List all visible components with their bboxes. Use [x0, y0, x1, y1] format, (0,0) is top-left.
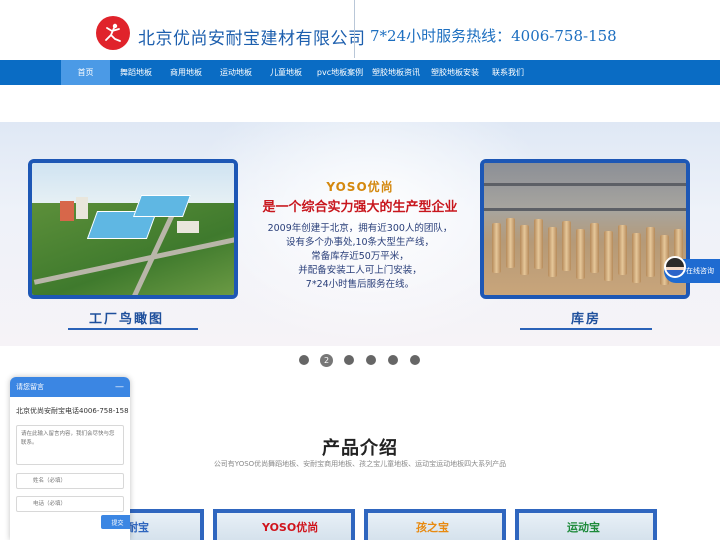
page: 北京优尚安耐宝建材有限公司 7*24小时服务热线：4006-758-158 首页… — [0, 0, 720, 540]
product-card-yundongbao[interactable]: 运动宝 — [515, 509, 657, 540]
carousel-dot[interactable] — [344, 355, 354, 365]
product-brand-label: YOSO优尚 — [262, 521, 319, 534]
nav-item-kids-floor[interactable]: 儿童地板 — [262, 60, 310, 85]
company-name[interactable]: 北京优尚安耐宝建材有限公司 — [138, 24, 366, 49]
warehouse-photo — [480, 159, 690, 299]
service-hotline: 7*24小时服务热线：4006-758-158 — [370, 27, 617, 45]
dancer-figure-icon — [105, 23, 121, 42]
factory-caption: 工厂鸟瞰图 — [89, 312, 165, 327]
nav-item-sports-floor[interactable]: 运动地板 — [212, 60, 260, 85]
nav-item-installation[interactable]: 塑胶地板安装 — [428, 60, 482, 85]
carousel-dot[interactable] — [410, 355, 420, 365]
message-widget-header[interactable]: 请您留言 — — [10, 377, 130, 397]
carousel-dot[interactable] — [388, 355, 398, 365]
minimize-icon[interactable]: — — [115, 377, 124, 397]
header-divider — [354, 0, 355, 58]
nav-item-dance-floor[interactable]: 舞蹈地板 — [112, 60, 160, 85]
nav-item-news[interactable]: 塑胶地板资讯 — [369, 60, 423, 85]
support-avatar-icon[interactable] — [664, 256, 686, 278]
warehouse-caption-underline — [520, 328, 652, 330]
factory-caption-underline — [68, 328, 198, 330]
banner-description: 2009年创建于北京，拥有近300人的团队， 设有多个办事处,10条大型生产线，… — [267, 223, 453, 290]
online-chat-label[interactable]: 在线咨询 — [686, 266, 714, 276]
site-header: 北京优尚安耐宝建材有限公司 7*24小时服务热线：4006-758-158 — [0, 0, 720, 60]
nav-item-pvc-cases[interactable]: pvc地板案例 — [312, 60, 368, 85]
product-brand-label: 运动宝 — [567, 521, 600, 534]
nav-item-contact[interactable]: 联系我们 — [486, 60, 530, 85]
banner-brand-line: YOSO优尚 — [326, 180, 394, 194]
product-card-yoso[interactable]: YOSO优尚 — [213, 509, 355, 540]
nav-item-home[interactable]: 首页 — [61, 60, 110, 85]
submit-button[interactable]: 提交 — [101, 515, 130, 529]
nav-item-commercial-floor[interactable]: 商用地板 — [162, 60, 210, 85]
carousel-dot[interactable] — [366, 355, 376, 365]
message-widget: 请您留言 — 北京优尚安耐宝电话4006-758-158 ☺ ☎ 提交 — [10, 377, 130, 540]
product-card-haizhibao[interactable]: 孩之宝 — [364, 509, 506, 540]
banner-headline: 是一个综合实力强大的生产型企业 — [262, 200, 458, 215]
main-nav: 首页 舞蹈地板 商用地板 运动地板 儿童地板 pvc地板案例 塑胶地板资讯 塑胶… — [0, 60, 720, 85]
message-widget-title: 请您留言 — [16, 383, 44, 391]
name-input[interactable] — [16, 473, 124, 489]
message-textarea[interactable] — [16, 425, 124, 465]
carousel-dot-active[interactable]: 2 — [320, 354, 333, 367]
phone-input[interactable] — [16, 496, 124, 512]
carousel-dot[interactable] — [299, 355, 309, 365]
factory-aerial-photo — [28, 159, 238, 299]
message-phone-line: 北京优尚安耐宝电话4006-758-158 — [16, 407, 129, 415]
hero-banner[interactable]: 工厂鸟瞰图 库房 YOSO优尚 是一个综合实力强大的生产型企业 2009年创建于… — [0, 122, 720, 346]
dancer-logo-icon[interactable] — [96, 16, 130, 50]
warehouse-caption: 库房 — [571, 312, 602, 327]
product-brand-label: 孩之宝 — [416, 521, 449, 534]
